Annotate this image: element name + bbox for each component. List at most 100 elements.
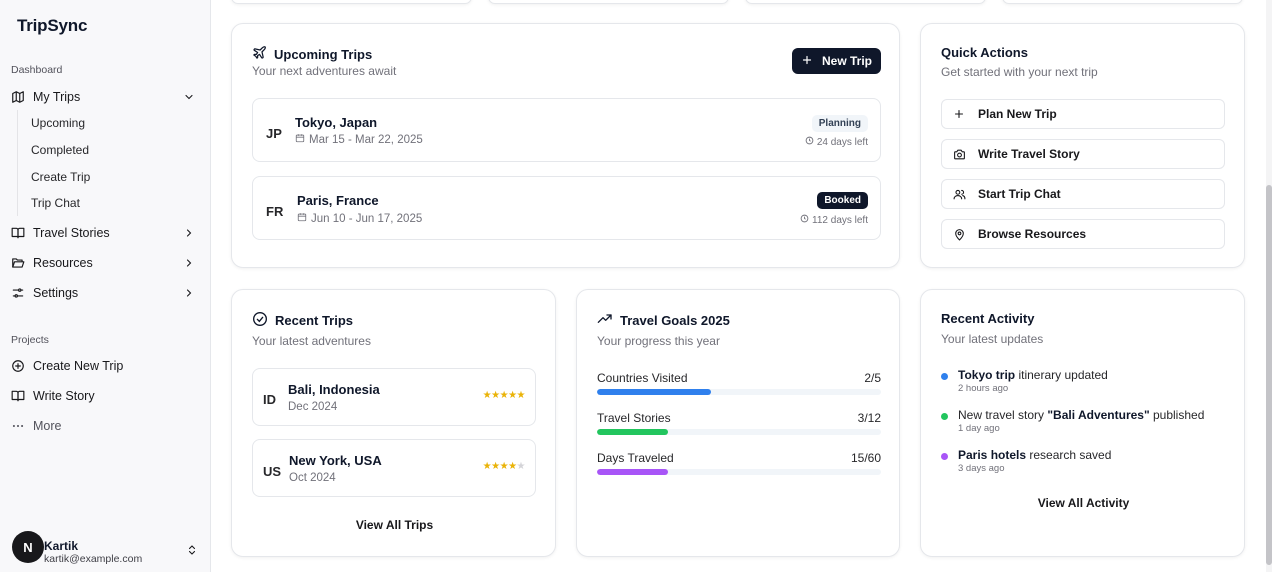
browse-resources-button[interactable]: Browse Resources (941, 219, 1225, 249)
sidebar: TripSync Dashboard My Trips Upcoming Com… (0, 0, 211, 572)
new-trip-button[interactable]: New Trip (792, 48, 881, 74)
stat-card (1002, 0, 1243, 4)
card-title: Quick Actions (941, 45, 1028, 60)
card-subtitle: Your next adventures await (252, 64, 397, 78)
sidebar-item-label: Resources (33, 256, 93, 270)
sidebar-item-write-story[interactable]: Write Story (8, 383, 202, 409)
goal-label: Days Traveled (597, 451, 674, 465)
folder-open-icon (11, 256, 25, 270)
country-code: JP (266, 126, 282, 141)
trip-name: Bali, Indonesia (288, 382, 380, 397)
trip-name: Tokyo, Japan (295, 115, 378, 130)
more-horizontal-icon (11, 419, 25, 433)
progress-fill (597, 429, 668, 435)
scrollbar-track[interactable] (1266, 0, 1272, 572)
trip-row-paris[interactable]: FR Paris, France Jun 10 - Jun 17, 2025 B… (252, 176, 881, 240)
activity-dot (941, 453, 948, 460)
star-rating: ★★★★★ (482, 461, 526, 472)
view-all-trips-link[interactable]: View All Trips (232, 518, 557, 532)
status-badge: Booked (817, 192, 868, 209)
sidebar-subitem-trip-chat[interactable]: Trip Chat (31, 196, 80, 210)
trip-date: Dec 2024 (288, 401, 338, 413)
avatar: N (12, 531, 44, 563)
map-pin-icon (952, 227, 966, 241)
goal-value: 15/60 (850, 451, 881, 465)
users-icon (952, 187, 966, 201)
activity-dot (941, 413, 948, 420)
star-rating: ★★★★★ (482, 390, 526, 401)
progress-track (597, 469, 881, 475)
card-subtitle: Your progress this year (597, 334, 720, 348)
progress-fill (597, 469, 668, 475)
days-left: 112 days left (800, 214, 868, 226)
view-all-activity-link[interactable]: View All Activity (921, 496, 1246, 510)
recent-trip-bali[interactable]: ID Bali, Indonesia Dec 2024 ★★★★★ (252, 368, 536, 426)
card-subtitle: Get started with your next trip (941, 65, 1098, 79)
chevron-down-icon (182, 90, 196, 104)
quick-actions-card: Quick Actions Get started with your next… (920, 23, 1245, 268)
check-circle-icon (252, 311, 268, 330)
clock-icon (800, 214, 809, 226)
trip-date: Oct 2024 (289, 472, 336, 484)
sidebar-subitem-create-trip[interactable]: Create Trip (31, 170, 90, 184)
clock-icon (805, 136, 814, 148)
sidebar-item-label: Create New Trip (33, 359, 124, 373)
app-logo[interactable]: TripSync (17, 16, 87, 36)
plus-icon (952, 107, 966, 121)
stat-card (488, 0, 729, 4)
card-title: Travel Goals 2025 (597, 311, 730, 330)
sidebar-item-label: My Trips (33, 90, 81, 104)
sidebar-subitem-completed[interactable]: Completed (31, 143, 89, 157)
sidebar-subitem-upcoming[interactable]: Upcoming (31, 116, 85, 130)
plane-icon (252, 45, 267, 63)
recent-trip-new-york[interactable]: US New York, USA Oct 2024 ★★★★★ (252, 439, 536, 497)
sidebar-item-my-trips[interactable]: My Trips (8, 84, 202, 110)
write-travel-story-button[interactable]: Write Travel Story (941, 139, 1225, 169)
travel-goals-card: Travel Goals 2025 Your progress this yea… (576, 289, 900, 557)
user-name: Kartik (44, 539, 79, 553)
progress-track (597, 429, 881, 435)
sidebar-item-more[interactable]: More (8, 413, 202, 439)
sidebar-item-resources[interactable]: Resources (8, 250, 202, 276)
sidebar-item-label: More (33, 419, 62, 433)
map-icon (11, 90, 25, 104)
activity-time: 1 day ago (958, 423, 1000, 434)
activity-text: New travel story "Bali Adventures" publi… (958, 408, 1205, 422)
book-open-icon (11, 226, 25, 240)
country-code: ID (263, 392, 276, 407)
goal-label: Countries Visited (597, 371, 688, 385)
card-subtitle: Your latest updates (941, 332, 1044, 346)
scrollbar-thumb[interactable] (1266, 185, 1272, 565)
sidebar-item-settings[interactable]: Settings (8, 280, 202, 306)
activity-text: Paris hotels research saved (958, 448, 1112, 462)
submenu-guide-line (17, 110, 18, 216)
calendar-icon (295, 133, 305, 146)
sidebar-item-label: Travel Stories (33, 226, 110, 240)
trending-up-icon (597, 311, 613, 330)
book-open-icon (11, 389, 25, 403)
progress-fill (597, 389, 711, 395)
sidebar-item-travel-stories[interactable]: Travel Stories (8, 220, 202, 246)
country-code: FR (266, 204, 284, 219)
group-label-dashboard: Dashboard (11, 64, 63, 76)
activity-time: 3 days ago (958, 463, 1005, 474)
plus-icon (801, 54, 813, 69)
plan-new-trip-button[interactable]: Plan New Trip (941, 99, 1225, 129)
trip-name: New York, USA (289, 453, 382, 468)
sliders-icon (11, 286, 25, 300)
stat-card (231, 0, 472, 4)
stat-card (745, 0, 986, 4)
chevron-right-icon (182, 286, 196, 300)
trip-dates: Mar 15 - Mar 22, 2025 (295, 133, 423, 146)
user-menu[interactable]: N Kartik kartik@example.com (12, 531, 202, 569)
card-title: Recent Activity (941, 311, 1035, 326)
start-trip-chat-button[interactable]: Start Trip Chat (941, 179, 1225, 209)
trip-row-tokyo[interactable]: JP Tokyo, Japan Mar 15 - Mar 22, 2025 Pl… (252, 98, 881, 162)
chevrons-up-down-icon (186, 543, 198, 560)
plus-circle-icon (11, 359, 25, 373)
goal-value: 3/12 (857, 411, 881, 425)
trip-dates: Jun 10 - Jun 17, 2025 (297, 212, 422, 225)
main-content: Upcoming Trips Your next adventures awai… (211, 0, 1272, 572)
sidebar-item-create-new-trip[interactable]: Create New Trip (8, 353, 202, 379)
upcoming-trips-card: Upcoming Trips Your next adventures awai… (231, 23, 900, 268)
